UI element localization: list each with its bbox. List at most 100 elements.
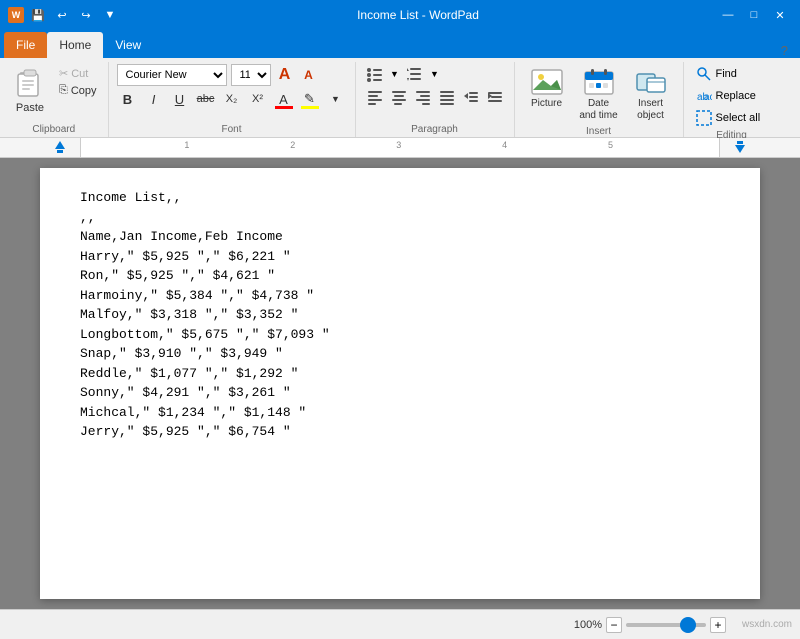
list-dropdown-button[interactable]: ▼ xyxy=(388,64,402,84)
datetime-label: Date and time xyxy=(579,98,619,122)
copy-button[interactable]: ⎘ Copy xyxy=(56,83,100,98)
replace-button[interactable]: abac Replace xyxy=(692,86,772,106)
para-dropdown-button[interactable]: ▼ xyxy=(428,64,442,84)
para-row-2 xyxy=(364,86,506,106)
replace-label: Replace xyxy=(716,90,756,102)
highlight-button[interactable]: ✎ xyxy=(299,88,321,110)
italic-button[interactable]: I xyxy=(143,88,165,110)
ruler-indent-marker[interactable] xyxy=(55,141,65,153)
strikethrough-button[interactable]: abc xyxy=(195,88,217,110)
title-bar-left: W 💾 ↩ ↪ ▼ xyxy=(8,5,120,25)
title-bar: W 💾 ↩ ↪ ▼ Income List - WordPad — □ ✕ xyxy=(0,0,800,30)
superscript-button[interactable]: X² xyxy=(247,88,269,110)
tab-view[interactable]: View xyxy=(103,32,153,58)
zoom-level: 100% xyxy=(574,619,602,631)
select-all-button[interactable]: Select all xyxy=(692,108,772,128)
document-page: Income List,, ,, Name,Jan Income,Feb Inc… xyxy=(40,168,760,599)
font-shrink-button[interactable]: A xyxy=(299,65,319,85)
clipboard-group: Paste ✂ Cut ⎘ Copy Clipboard xyxy=(0,62,109,137)
zoom-in-button[interactable]: + xyxy=(710,617,726,633)
align-justify-button[interactable] xyxy=(436,86,458,106)
object-icon xyxy=(635,66,667,98)
paste-button[interactable]: Paste xyxy=(8,64,52,116)
align-left-button[interactable] xyxy=(364,86,386,106)
zoom-section: 100% − + xyxy=(574,617,726,633)
datetime-button[interactable]: Date and time xyxy=(575,64,623,124)
save-qat-button[interactable]: 💾 xyxy=(28,5,48,25)
undo-qat-button[interactable]: ↩ xyxy=(52,5,72,25)
copy-icon: ⎘ xyxy=(59,84,68,97)
document-content[interactable]: Income List,, ,, Name,Jan Income,Feb Inc… xyxy=(80,188,720,442)
quick-access-toolbar: 💾 ↩ ↪ ▼ xyxy=(28,5,120,25)
subscript-button[interactable]: X₂ xyxy=(221,88,243,110)
font-group-content: Courier New 11 A A B I U abc X₂ X² A xyxy=(117,64,347,122)
font-label: Font xyxy=(117,122,347,135)
object-label: Insert object xyxy=(631,98,671,122)
indent-increase-button[interactable] xyxy=(484,86,506,106)
indent-decrease-button[interactable] xyxy=(460,86,482,106)
paste-icon xyxy=(12,66,48,102)
clipboard-group-content: Paste ✂ Cut ⎘ Copy xyxy=(8,64,100,122)
picture-button[interactable]: Picture xyxy=(523,64,571,112)
align-center-button[interactable] xyxy=(388,86,410,106)
find-button[interactable]: Find xyxy=(692,64,772,84)
watermark: wsxdn.com xyxy=(742,619,792,630)
cut-icon: ✂ xyxy=(59,67,68,80)
insert-group: Picture Date and time Insert object Inse… xyxy=(515,62,684,137)
font-color-bar xyxy=(275,106,293,109)
document-area: Income List,, ,, Name,Jan Income,Feb Inc… xyxy=(0,158,800,609)
maximize-button[interactable]: □ xyxy=(742,5,766,25)
font-size-select[interactable]: 11 xyxy=(231,64,271,86)
select-all-icon xyxy=(696,110,712,126)
select-all-label: Select all xyxy=(716,112,761,124)
zoom-thumb[interactable] xyxy=(680,617,696,633)
picture-label: Picture xyxy=(531,98,562,110)
datetime-icon xyxy=(583,66,615,98)
align-right-button[interactable] xyxy=(412,86,434,106)
copy-label: Copy xyxy=(71,85,97,97)
highlight-dropdown[interactable]: ▼ xyxy=(325,88,347,110)
editing-group: Find abac Replace Select all Editing xyxy=(684,62,780,137)
svg-text:ac: ac xyxy=(704,92,712,103)
window-controls: — □ ✕ xyxy=(716,5,792,25)
find-label: Find xyxy=(716,68,737,80)
minimize-button[interactable]: — xyxy=(716,5,740,25)
tab-home[interactable]: Home xyxy=(47,32,103,58)
ruler-right-marker[interactable] xyxy=(735,141,745,153)
redo-qat-button[interactable]: ↪ xyxy=(76,5,96,25)
font-row-1: Courier New 11 A A xyxy=(117,64,319,86)
font-group: Courier New 11 A A B I U abc X₂ X² A xyxy=(109,62,356,137)
font-grow-button[interactable]: A xyxy=(275,65,295,85)
cut-button[interactable]: ✂ Cut xyxy=(56,66,100,81)
zoom-slider[interactable] xyxy=(626,623,706,627)
object-button[interactable]: Insert object xyxy=(627,64,675,124)
help-button[interactable]: ? xyxy=(773,43,796,58)
paragraph-group-content: ▼ ▼ xyxy=(364,64,506,122)
tab-file[interactable]: File xyxy=(4,32,47,58)
insert-group-content: Picture Date and time Insert object xyxy=(523,64,675,124)
zoom-out-button[interactable]: − xyxy=(606,617,622,633)
ribbon-tab-bar: File Home View ? xyxy=(0,30,800,58)
para-row-1: ▼ ▼ xyxy=(364,64,442,84)
underline-button[interactable]: U xyxy=(169,88,191,110)
highlight-color-bar xyxy=(301,106,319,109)
highlight-icon: ✎ xyxy=(304,91,315,107)
ruler: 1 2 3 4 5 xyxy=(0,138,800,158)
paragraph-label: Paragraph xyxy=(364,122,506,135)
picture-icon xyxy=(531,66,563,98)
list-bullet-button[interactable] xyxy=(364,64,386,84)
ribbon: Paste ✂ Cut ⎘ Copy Clipboard Courier New xyxy=(0,58,800,138)
qat-dropdown-button[interactable]: ▼ xyxy=(100,5,120,25)
line-spacing-button[interactable] xyxy=(404,64,426,84)
bold-button[interactable]: B xyxy=(117,88,139,110)
clipboard-small-buttons: ✂ Cut ⎘ Copy xyxy=(56,64,100,98)
close-button[interactable]: ✕ xyxy=(768,5,792,25)
paragraph-group: ▼ ▼ xyxy=(356,62,515,137)
paste-label: Paste xyxy=(16,102,44,114)
insert-label: Insert xyxy=(523,124,675,137)
font-family-select[interactable]: Courier New xyxy=(117,64,227,86)
window-title: Income List - WordPad xyxy=(120,8,716,22)
font-color-button[interactable]: A xyxy=(273,88,295,110)
font-row-2: B I U abc X₂ X² A ✎ ▼ xyxy=(117,88,347,110)
app-icon: W xyxy=(8,7,24,23)
